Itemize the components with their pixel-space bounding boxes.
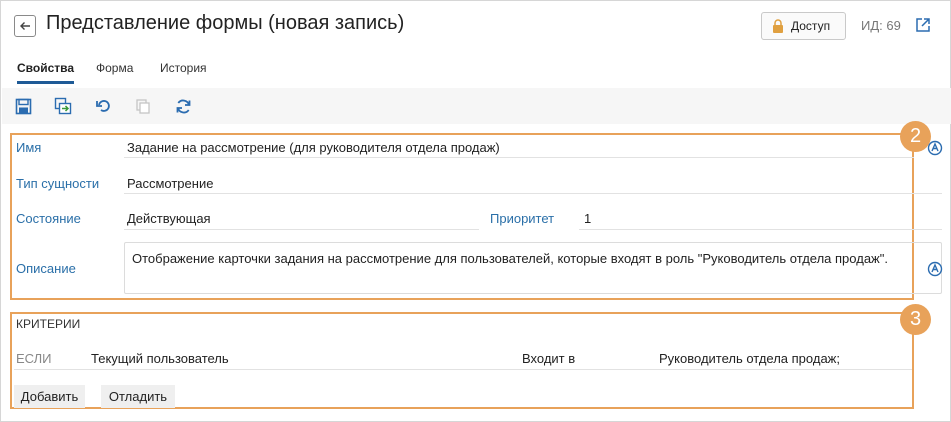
tab-properties[interactable]: Свойства bbox=[17, 61, 74, 75]
page-title: Представление формы (новая запись) bbox=[46, 12, 405, 34]
arrow-left-icon bbox=[20, 22, 30, 30]
access-button[interactable]: Доступ bbox=[761, 12, 846, 40]
name-field-underline bbox=[124, 157, 914, 158]
priority-field[interactable]: 1 bbox=[584, 211, 591, 226]
entity-type-field[interactable]: Рассмотрение bbox=[127, 176, 213, 191]
state-underline bbox=[124, 229, 479, 230]
add-criterion-button[interactable]: Добавить bbox=[14, 385, 85, 408]
back-button[interactable] bbox=[14, 15, 36, 37]
tab-form[interactable]: Форма bbox=[96, 61, 133, 75]
criteria-title: КРИТЕРИИ bbox=[16, 317, 81, 331]
refresh-button[interactable] bbox=[173, 96, 193, 116]
criteria-row-divider bbox=[14, 369, 912, 370]
refresh-icon bbox=[176, 99, 190, 113]
tab-history[interactable]: История bbox=[160, 61, 207, 75]
undo-button[interactable] bbox=[93, 96, 113, 116]
name-label: Имя bbox=[16, 140, 42, 155]
active-tab-indicator bbox=[17, 81, 74, 84]
copy-button[interactable] bbox=[133, 96, 153, 116]
criteria-value[interactable]: Руководитель отдела продаж; bbox=[659, 351, 840, 366]
access-button-label: Доступ bbox=[791, 19, 831, 33]
save-button[interactable] bbox=[13, 96, 33, 116]
save-icon bbox=[15, 98, 31, 114]
criteria-condition: ЕСЛИ bbox=[16, 351, 52, 366]
undo-icon bbox=[96, 100, 110, 112]
callout-badge-3: 3 bbox=[900, 304, 931, 335]
entity-type-label: Тип сущности bbox=[16, 176, 100, 191]
debug-button[interactable]: Отладить bbox=[101, 385, 175, 408]
name-field[interactable]: Задание на рассмотрение (для руководител… bbox=[127, 140, 500, 155]
lock-icon bbox=[773, 19, 783, 33]
state-label: Состояние bbox=[16, 211, 81, 226]
localization-icon[interactable] bbox=[927, 140, 943, 156]
open-external-icon[interactable] bbox=[914, 16, 932, 34]
save-and-close-button[interactable] bbox=[53, 96, 73, 116]
record-id: ИД: 69 bbox=[861, 18, 901, 33]
description-label: Описание bbox=[16, 261, 76, 276]
description-localization-icon[interactable] bbox=[927, 261, 943, 277]
criteria-operator[interactable]: Входит в bbox=[522, 351, 575, 366]
toolbar bbox=[2, 88, 951, 124]
criteria-subject[interactable]: Текущий пользователь bbox=[91, 351, 229, 366]
state-field[interactable]: Действующая bbox=[127, 211, 211, 226]
save-and-close-icon bbox=[54, 97, 72, 115]
priority-label: Приоритет bbox=[490, 211, 555, 226]
description-field[interactable]: Отображение карточки задания на рассмотр… bbox=[124, 242, 942, 294]
form-view-window: Представление формы (новая запись) Досту… bbox=[0, 0, 951, 422]
priority-underline bbox=[579, 229, 942, 230]
copy-icon bbox=[136, 99, 150, 114]
entity-type-underline bbox=[124, 193, 942, 194]
